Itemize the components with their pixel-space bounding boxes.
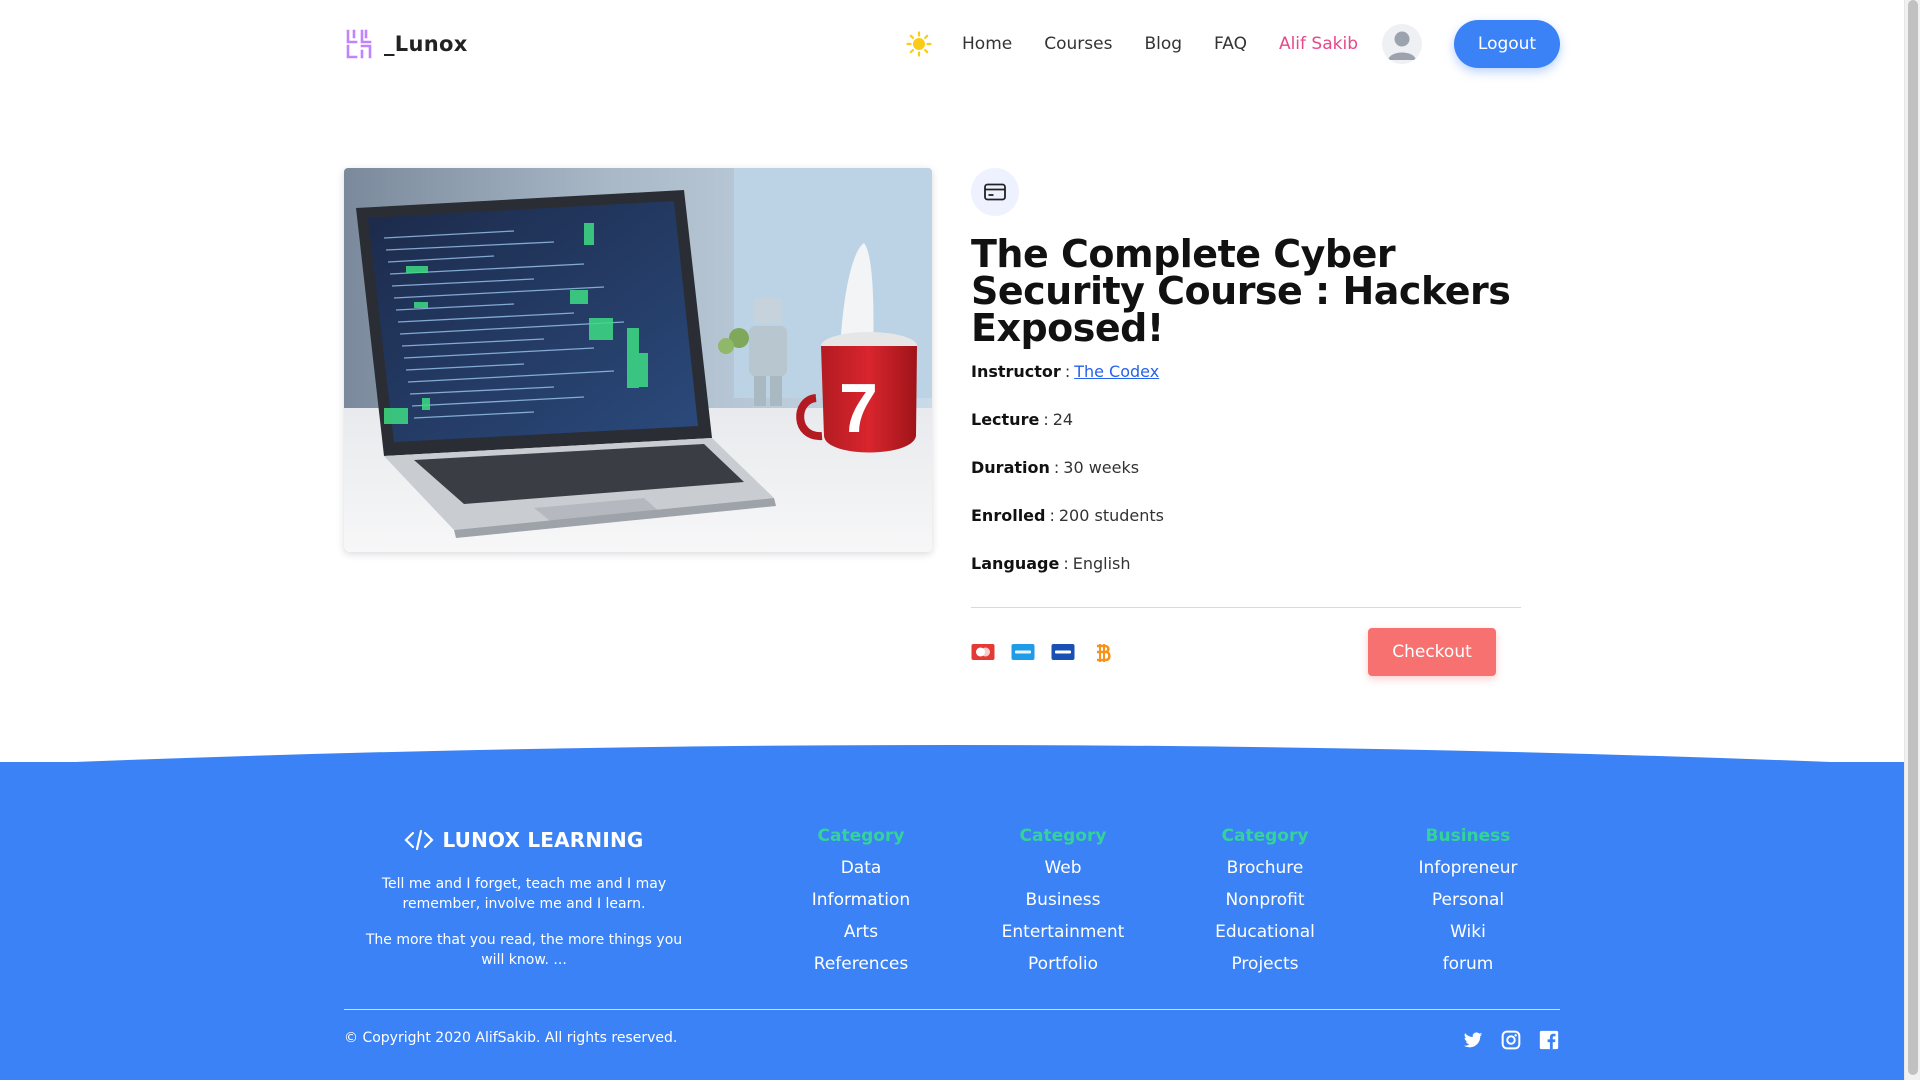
footer-divider [344,1009,1560,1010]
social-links [1463,1030,1559,1050]
separator: : [1063,553,1069,573]
footer-wave [0,745,1904,765]
top-navbar: _Lunox Home Courses Blog FAQ Alif Sakib … [344,20,1560,68]
footer-link-entertainment[interactable]: Entertainment [983,916,1143,948]
footer-link-arts[interactable]: Arts [781,916,941,948]
divider [971,607,1521,608]
course-thumbnail-image: 7 [344,168,932,552]
scrollbar-thumb[interactable] [1908,0,1918,1075]
footer-link-portfolio[interactable]: Portfolio [983,948,1143,980]
instructor-row: Instructor : The Codex [971,347,1521,395]
footer-column-3: Category Brochure Nonprofit Educational … [1185,826,1345,980]
mastercard-icon [971,642,995,662]
nav-home[interactable]: Home [962,34,1012,54]
footer-column-2: Category Web Business Entertainment Port… [983,826,1143,980]
instructor-link[interactable]: The Codex [1074,362,1159,381]
user-name-link[interactable]: Alif Sakib [1279,34,1358,54]
footer-brand: LUNOX LEARNING Tell me and I forget, tea… [344,828,704,970]
checkout-button[interactable]: Checkout [1368,628,1496,676]
footer-link-nonprofit[interactable]: Nonprofit [1185,884,1345,916]
instructor-label: Instructor [971,361,1061,381]
payment-row: Checkout [971,628,1496,676]
footer-column-1: Category Data Information Arts Reference… [781,826,941,980]
footer-link-forum[interactable]: forum [1388,948,1548,980]
instagram-icon[interactable] [1501,1030,1521,1050]
language-value: English [1072,553,1131,573]
lecture-value: 24 [1052,409,1074,429]
footer-column-title: Category [1019,826,1107,846]
user-avatar[interactable] [1382,24,1422,64]
code-brackets-icon [404,829,434,851]
nav-faq[interactable]: FAQ [1214,34,1247,54]
logout-button[interactable]: Logout [1454,20,1560,68]
footer-link-infopreneur[interactable]: Infopreneur [1388,852,1548,884]
footer-link-web[interactable]: Web [983,852,1143,884]
footer-link-references[interactable]: References [781,948,941,980]
separator: : [1049,505,1055,525]
facebook-icon[interactable] [1539,1030,1559,1050]
footer-brand-title[interactable]: LUNOX LEARNING [344,828,704,852]
duration-label: Duration [971,457,1050,477]
footer-link-information[interactable]: Information [781,884,941,916]
footer-quote-1: Tell me and I forget, teach me and I may… [381,876,667,912]
nav-blog[interactable]: Blog [1144,34,1182,54]
user-silhouette-icon [1388,31,1416,60]
footer: LUNOX LEARNING Tell me and I forget, tea… [0,762,1904,1080]
footer-link-wiki[interactable]: Wiki [1388,916,1548,948]
footer-column-title: Category [817,826,905,846]
enrolled-label: Enrolled [971,505,1046,525]
enrolled-row: Enrolled : 200 students [971,491,1521,539]
paypal-icon [1011,642,1035,662]
separator: : [1064,361,1071,381]
enrolled-value: 200 students [1058,505,1164,525]
footer-link-data[interactable]: Data [781,852,941,884]
course-detail-page: _Lunox Home Courses Blog FAQ Alif Sakib … [0,0,1904,1080]
footer-link-projects[interactable]: Projects [1185,948,1345,980]
twitter-icon[interactable] [1463,1030,1483,1050]
language-row: Language : English [971,539,1521,587]
mug-number: 7 [839,369,878,447]
separator: : [1043,409,1049,429]
footer-brand-name: LUNOX LEARNING [442,828,644,852]
theme-toggle-sun-icon[interactable] [906,31,932,57]
credit-card-icon [984,183,1006,201]
footer-column-title: Business [1425,826,1511,846]
brand-name: _Lunox [384,32,468,56]
footer-link-business[interactable]: Business [983,884,1143,916]
payment-methods [971,642,1115,662]
duration-row: Duration : 30 weeks [971,443,1521,491]
course-title: The Complete Cyber Security Course : Hac… [971,232,1511,350]
footer-quote-2: The more that you read, the more things … [365,932,683,968]
footer-column-title: Category [1221,826,1309,846]
course-info-panel: The Complete Cyber Security Course : Hac… [971,168,1521,676]
brand[interactable]: _Lunox [344,28,468,60]
footer-link-educational[interactable]: Educational [1185,916,1345,948]
bitcoin-icon [1091,642,1115,662]
footer-link-brochure[interactable]: Brochure [1185,852,1345,884]
main-nav: Home Courses Blog FAQ Alif Sakib Logout [906,20,1560,68]
vertical-scrollbar[interactable] [1904,0,1920,1080]
copyright-text: © Copyright 2020 AlifSakib. All rights r… [344,1030,678,1046]
visa-icon [1051,642,1075,662]
lunox-logo-icon [344,28,374,60]
lecture-row: Lecture : 24 [971,395,1521,443]
separator: : [1053,457,1060,477]
footer-column-4: Business Infopreneur Personal Wiki forum [1388,826,1548,980]
card-badge [971,168,1019,216]
duration-value: 30 weeks [1063,457,1140,477]
footer-link-personal[interactable]: Personal [1388,884,1548,916]
language-label: Language [971,553,1060,573]
lecture-label: Lecture [971,409,1040,429]
nav-courses[interactable]: Courses [1044,34,1112,54]
